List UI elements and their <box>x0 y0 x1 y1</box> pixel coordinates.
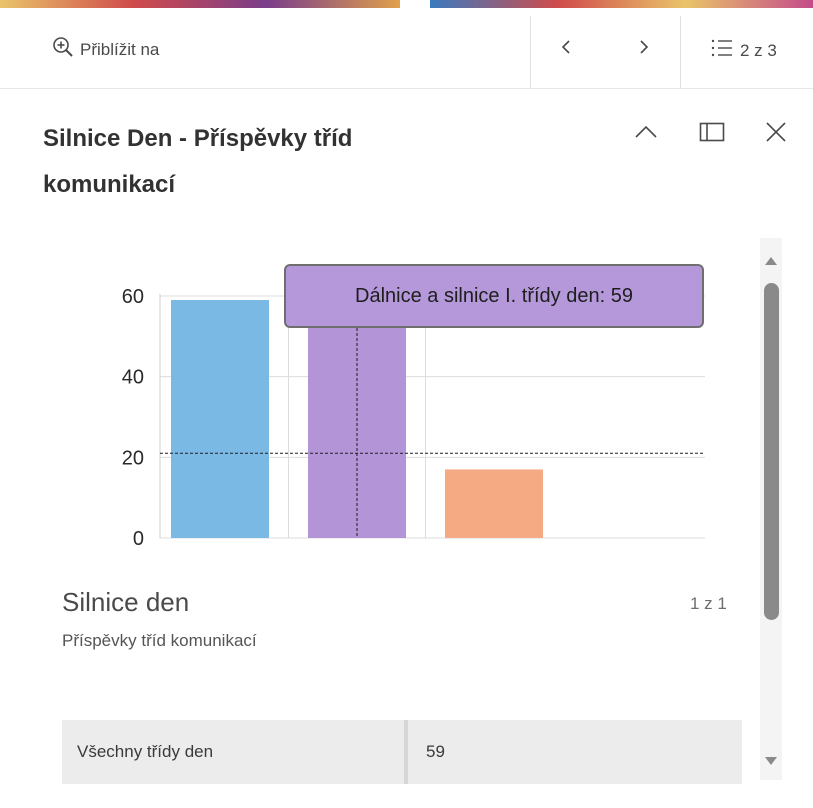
chart-tooltip-text: Dálnice a silnice I. třídy den: 59 <box>355 284 633 307</box>
media-page-indicator: 1 z 1 <box>690 594 727 613</box>
scroll-down-arrow[interactable] <box>762 752 780 770</box>
popup-title-line-1: Silnice Den - Příspěvky tříd <box>43 125 353 152</box>
field-name: Všechny třídy den <box>77 742 214 761</box>
top-stripe-left <box>0 0 400 8</box>
zoom-to-label: Přiblížit na <box>80 39 160 59</box>
zoom-in-icon <box>52 36 74 63</box>
next-feature-button[interactable] <box>628 34 658 64</box>
chart-tooltip: Dálnice a silnice I. třídy den: 59 <box>284 264 704 328</box>
popup-title: Silnice Den - Příspěvky tříd komunikací <box>43 116 513 208</box>
bar <box>171 300 269 538</box>
chevron-left-icon <box>560 39 574 60</box>
media-title: Silnice den <box>62 587 190 617</box>
table-row: Všechny třídy den 59 <box>62 720 742 784</box>
chevron-up-icon <box>634 124 658 145</box>
zoom-to-button[interactable]: Přiblížit na <box>52 36 159 63</box>
triangle-down-icon <box>765 757 777 765</box>
feature-counter: 2 z 3 <box>740 40 777 60</box>
close-icon <box>765 121 787 148</box>
field-value: 59 <box>426 742 445 761</box>
previous-feature-button[interactable] <box>552 34 582 64</box>
popup-toolbar: Přiblížit na 2 z 3 <box>0 8 813 88</box>
scrollbar-thumb[interactable] <box>764 283 779 620</box>
dock-button[interactable] <box>696 118 728 150</box>
y-tick-label: 40 <box>122 367 144 389</box>
popup-title-line-2: komunikací <box>43 171 176 198</box>
triangle-up-icon <box>765 257 777 265</box>
toolbar-bottom-border <box>0 88 813 89</box>
y-tick-label: 60 <box>122 286 144 308</box>
media-subtitle: Příspěvky tříd komunikací <box>62 631 257 650</box>
y-tick-label: 20 <box>122 447 144 469</box>
top-stripe-right <box>430 0 813 8</box>
y-tick-label: 0 <box>133 528 144 550</box>
dock-icon <box>699 121 725 148</box>
close-button[interactable] <box>760 118 792 150</box>
toolbar-divider <box>680 16 681 88</box>
toolbar-divider <box>530 16 531 88</box>
chevron-right-icon <box>636 39 650 60</box>
feature-list-button[interactable]: 2 z 3 <box>710 36 777 65</box>
bar <box>445 469 543 538</box>
collapse-button[interactable] <box>630 118 662 150</box>
list-icon <box>710 36 734 65</box>
scroll-up-arrow[interactable] <box>762 252 780 270</box>
